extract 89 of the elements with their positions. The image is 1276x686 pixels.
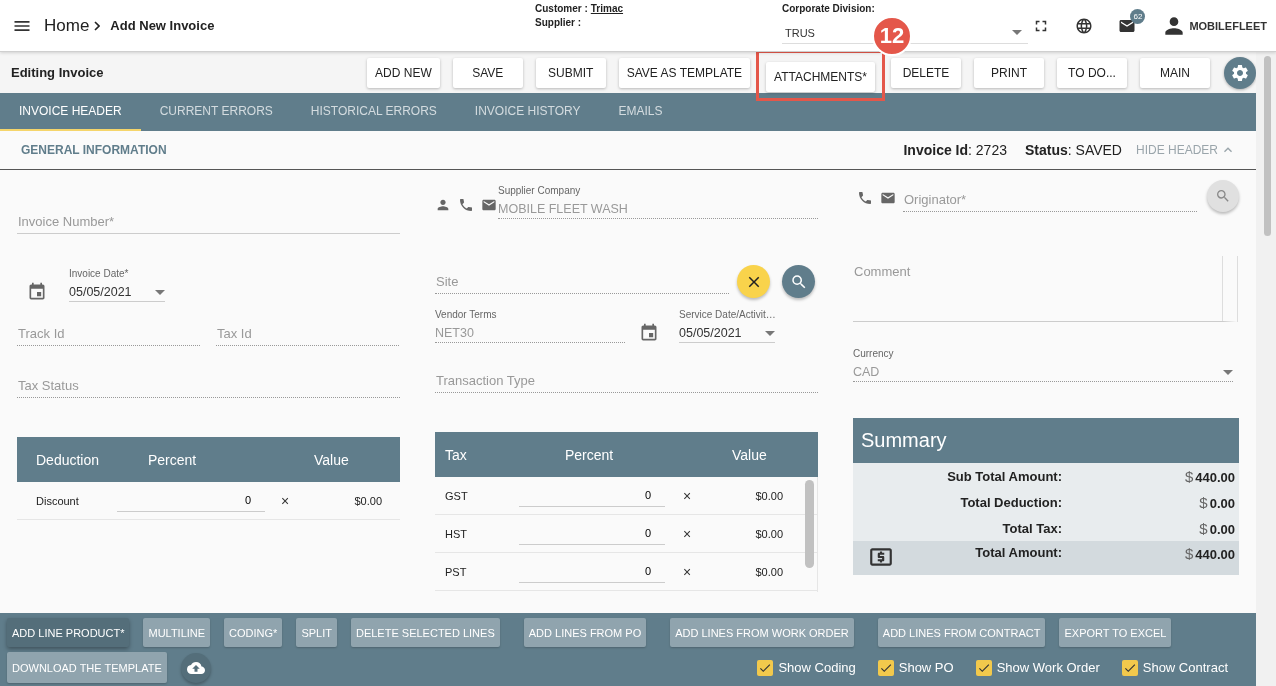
summary-label: Total Amount: <box>974 545 1062 560</box>
toolbar-button[interactable]: ATTACHMENTS* <box>766 61 875 92</box>
phone-icon[interactable] <box>458 197 474 213</box>
percent-input[interactable]: 0 <box>519 560 665 583</box>
percent-input[interactable]: 0 <box>519 522 665 545</box>
dropdown-icon <box>765 330 775 336</box>
tax-name: HST <box>445 527 468 540</box>
home-link[interactable]: Home <box>44 15 101 36</box>
search-icon <box>1215 188 1231 204</box>
invoice-date-field[interactable]: Invoice Date* 05/05/2021 <box>69 268 165 302</box>
search-icon <box>789 272 808 291</box>
checkbox[interactable] <box>757 659 774 676</box>
invoice-id: Invoice Id: 2723 <box>903 142 1007 158</box>
column-header: Percent <box>148 451 198 468</box>
section-title: GENERAL INFORMATION <box>21 143 167 157</box>
toolbar-button[interactable]: DELETE <box>891 57 961 88</box>
person-icon[interactable] <box>435 197 451 213</box>
toolbar-button[interactable]: SAVE AS TEMPLATE <box>618 57 751 88</box>
supplier-label: Supplier : <box>535 17 583 28</box>
invoice-number-field[interactable]: Invoice Number* <box>17 210 400 234</box>
checkbox[interactable] <box>1121 659 1138 676</box>
toggle-checkbox[interactable]: Show Contract <box>1121 659 1228 676</box>
tax-name: GST <box>445 489 469 502</box>
mail-icon[interactable] <box>481 197 497 213</box>
calendar-icon[interactable] <box>639 323 659 343</box>
dropdown-icon <box>155 289 165 295</box>
summary-label: Total Deduction: <box>959 494 1062 510</box>
percent-input[interactable]: 0 <box>117 489 265 512</box>
search-button[interactable] <box>1207 180 1239 212</box>
dropdown-icon <box>1012 30 1022 35</box>
mail-icon[interactable] <box>880 190 896 206</box>
column-header: Deduction <box>36 451 101 468</box>
settings-icon <box>1230 62 1250 83</box>
toolbar-button[interactable]: MAIN <box>1140 57 1210 88</box>
customer-link[interactable]: Trimac <box>590 3 624 14</box>
summary-title: Summary <box>861 429 947 452</box>
remove-button[interactable]: × <box>280 492 290 509</box>
summary-amount: $440.00 <box>1183 467 1235 485</box>
remove-button[interactable]: × <box>682 487 692 504</box>
remove-button[interactable]: × <box>682 525 692 542</box>
line-action-button[interactable]: ADD LINE PRODUCT* <box>7 618 130 647</box>
percent-input[interactable]: 0 <box>519 484 665 507</box>
toggle-checkbox[interactable]: Show Coding <box>757 659 856 676</box>
clear-button[interactable] <box>737 265 770 298</box>
checkbox[interactable] <box>975 659 992 676</box>
customer-label: Customer : <box>535 3 588 14</box>
summary-label: Sub Total Amount: <box>946 468 1062 484</box>
tax-value: $0.00 <box>754 527 784 540</box>
toolbar-button[interactable]: SAVE <box>452 57 523 88</box>
scrollbar-thumb[interactable] <box>805 480 814 568</box>
service-date-field[interactable]: Service Date/Activit… 05/05/2021 <box>679 309 775 343</box>
summary-amount: $440.00 <box>1183 545 1235 562</box>
column-header: Percent <box>565 446 615 463</box>
page-title: Add New Invoice <box>110 18 215 33</box>
tax-value: $0.00 <box>754 565 784 578</box>
editing-title: Editing Invoice <box>11 65 104 80</box>
remove-button[interactable]: × <box>682 563 692 580</box>
upload-button[interactable] <box>180 652 211 683</box>
comment-field[interactable]: Comment <box>853 256 1237 322</box>
dropdown-icon <box>1223 369 1233 375</box>
mail-count-badge: 62 <box>1130 8 1146 24</box>
tax-name: PST <box>445 565 468 578</box>
summary-label: Total Tax: <box>1001 520 1062 536</box>
column-header: Value <box>314 451 350 468</box>
column-header: Value <box>732 446 768 463</box>
toggle-checkbox[interactable]: Show Work Order <box>975 659 1100 676</box>
user-menu[interactable]: MOBILEFLEET <box>1161 12 1267 39</box>
invoice-status: Status: SAVED <box>1025 142 1122 158</box>
deduction-name: Discount <box>36 494 80 507</box>
calendar-icon[interactable] <box>27 282 47 302</box>
toolbar-button[interactable]: PRINT <box>974 57 1044 88</box>
scrollbar-thumb[interactable] <box>1264 56 1271 236</box>
summary-amount: $0.00 <box>1198 493 1235 511</box>
column-header: Tax <box>445 446 468 463</box>
tab[interactable]: INVOICE HEADER <box>0 93 141 131</box>
checkbox[interactable] <box>877 659 894 676</box>
search-button[interactable] <box>782 265 815 298</box>
toggle-checkbox[interactable]: Show PO <box>877 659 954 676</box>
division-label: Corporate Division: <box>782 3 876 14</box>
toolbar-button[interactable]: SUBMIT <box>535 57 606 88</box>
tax-value: $0.00 <box>754 489 784 502</box>
deduction-value: $0.00 <box>353 494 383 507</box>
chevron-right-icon <box>94 20 101 31</box>
globe-icon[interactable] <box>1075 16 1094 35</box>
toolbar-button[interactable]: ADD NEW <box>367 57 440 88</box>
toolbar-button[interactable]: TO DO... <box>1057 57 1127 88</box>
phone-icon[interactable] <box>857 190 873 206</box>
summary-amount: $0.00 <box>1198 519 1235 537</box>
settings-button[interactable] <box>1224 56 1256 89</box>
